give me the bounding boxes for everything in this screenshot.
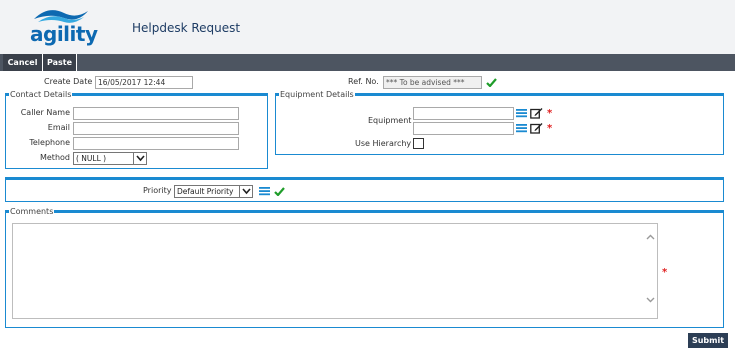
use-hierarchy-label: Use Hierarchy [355,139,412,148]
list-icon[interactable] [259,186,270,196]
list-icon[interactable] [516,108,527,118]
equipment-label: Equipment [368,116,412,125]
ref-no-field: *** To be advised *** [383,76,482,89]
create-date-field[interactable]: 16/05/2017 12:44 [95,76,193,89]
logo-wordmark: agility [30,22,98,46]
equipment-input-2[interactable] [413,122,514,135]
caller-name-input[interactable] [73,107,239,120]
required-marker: * [547,123,553,134]
cancel-button[interactable]: Cancel [3,54,43,71]
chevron-down-icon [239,186,252,197]
required-marker: * [662,267,668,278]
edit-icon[interactable] [530,107,543,119]
priority-panel [5,177,724,202]
create-date-label: Create Date [44,77,93,86]
priority-select-value: Default Priority [177,187,234,196]
comments-legend: Comments [9,207,55,216]
method-select[interactable]: ( NULL ) [73,152,147,165]
priority-select[interactable]: Default Priority [174,185,253,198]
ref-no-label: Ref. No. [348,77,379,86]
method-label: Method [39,153,70,162]
caller-name-label: Caller Name [20,108,70,117]
submit-button[interactable]: Submit [688,333,728,348]
paste-button[interactable]: Paste [43,54,77,71]
priority-label: Priority [143,186,172,195]
check-icon[interactable] [486,78,497,87]
comments-textarea[interactable] [12,223,658,319]
header: agility Helpdesk Request [0,0,735,54]
toolbar: Cancel Paste [0,54,735,71]
email-label: Email [47,123,70,132]
comments-scrollbar[interactable] [643,224,657,318]
check-icon[interactable] [274,187,285,196]
email-input[interactable] [73,122,239,135]
page-title: Helpdesk Request [132,21,241,35]
agility-logo: agility [30,5,98,49]
required-marker: * [547,108,553,119]
telephone-input[interactable] [73,137,239,150]
telephone-label: Telephone [29,138,70,147]
method-select-value: ( NULL ) [76,154,107,163]
chevron-up-icon[interactable] [646,234,655,240]
contact-details-legend: Contact Details [9,90,73,99]
chevron-down-icon [133,153,146,164]
chevron-down-icon[interactable] [646,297,655,303]
edit-icon[interactable] [530,122,543,134]
use-hierarchy-checkbox[interactable] [413,138,424,149]
equipment-details-legend: Equipment Details [279,90,355,99]
equipment-input-1[interactable] [413,107,514,120]
list-icon[interactable] [516,123,527,133]
